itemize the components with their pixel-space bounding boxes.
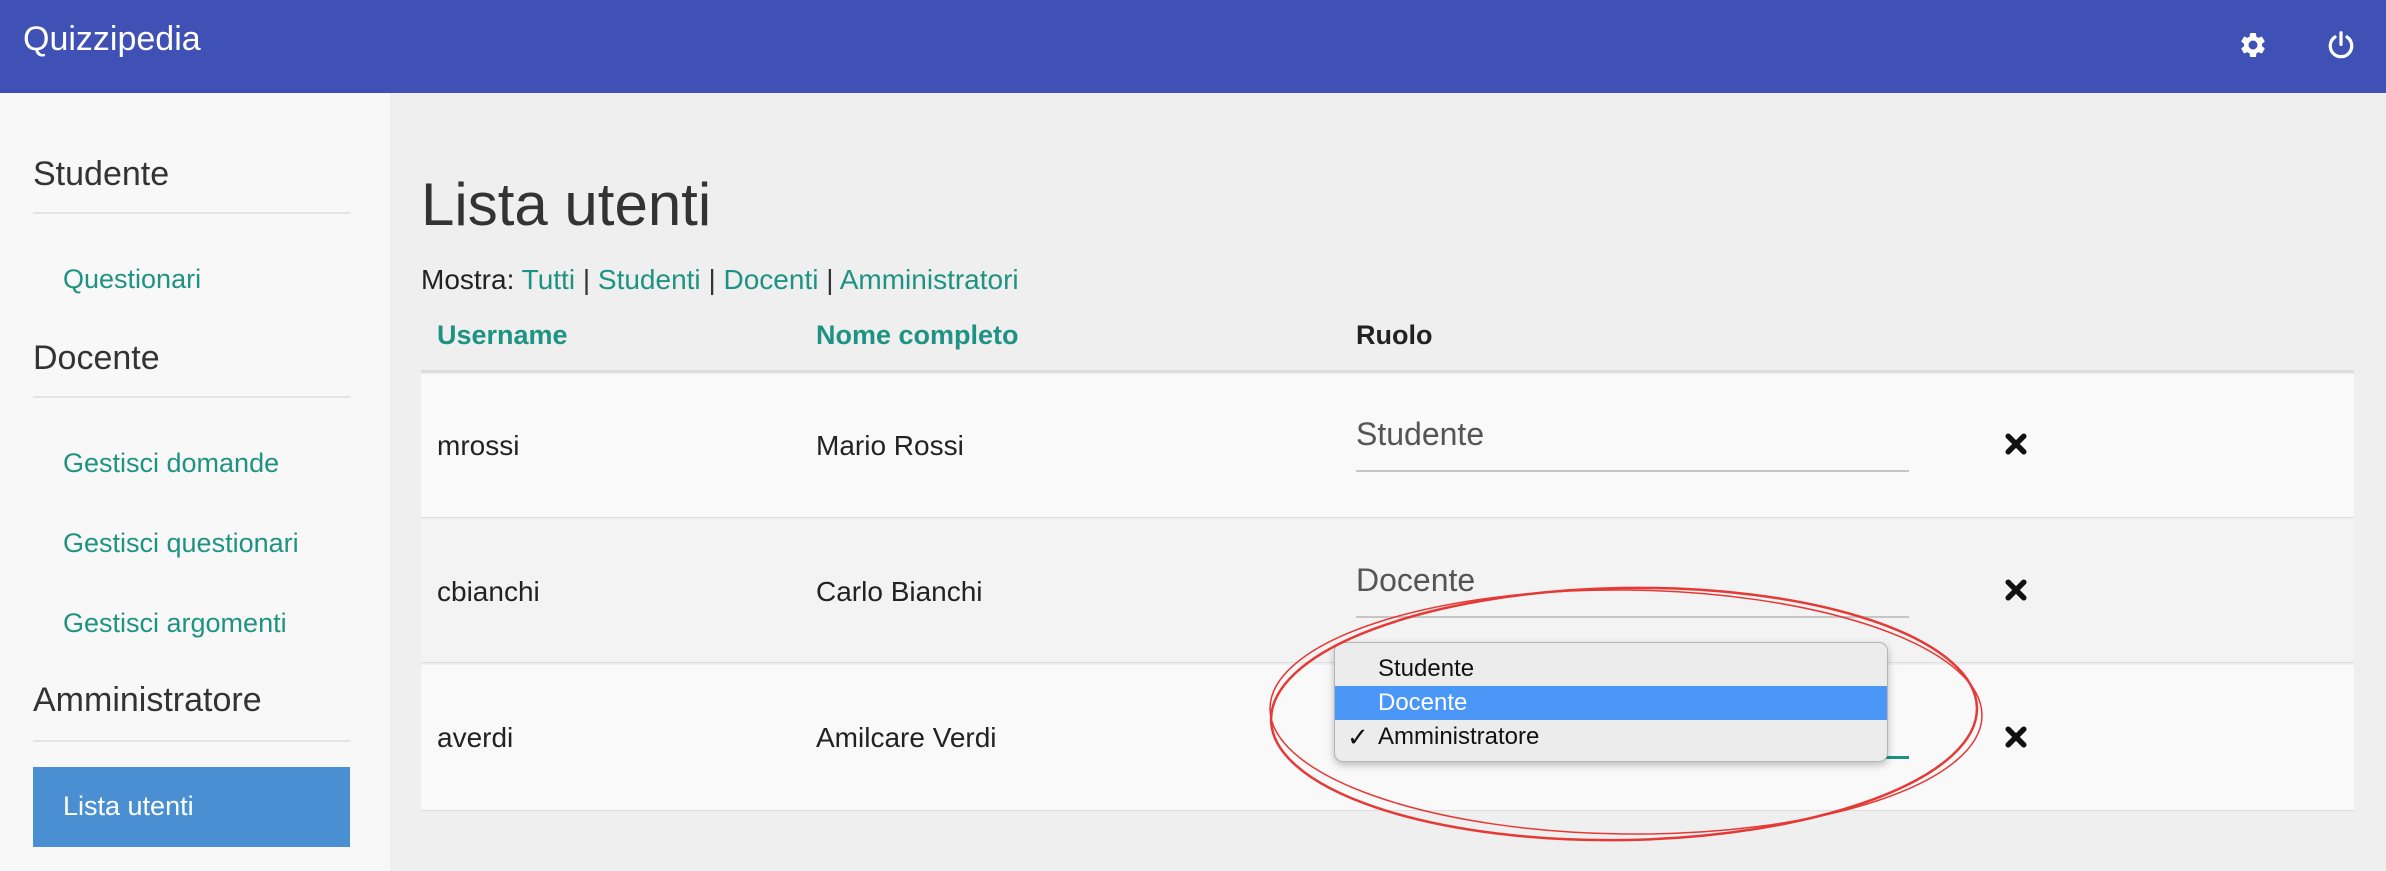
username-cell: mrossi <box>437 430 520 461</box>
full-name-cell: Amilcare Verdi <box>816 722 997 753</box>
table-row: mrossi Mario Rossi Studente <box>421 374 2354 518</box>
sidebar-section-amministratore: Amministratore <box>33 681 262 719</box>
full-name-cell: Carlo Bianchi <box>816 576 983 607</box>
close-icon <box>2005 433 2027 455</box>
column-header-username[interactable]: Username <box>437 320 568 351</box>
annotation-ellipse <box>1269 586 1983 842</box>
full-name-cell: Mario Rossi <box>816 430 964 461</box>
username-cell: cbianchi <box>437 576 540 607</box>
column-header-ruolo: Ruolo <box>1356 320 1433 350</box>
sidebar-item-gestisci-argomenti[interactable]: Gestisci argomenti <box>63 608 287 639</box>
sidebar-item-lista-utenti[interactable]: Lista utenti <box>33 767 350 847</box>
sidebar: Studente Questionari Docente Gestisci do… <box>0 93 390 871</box>
filter-tutti-link[interactable]: Tutti <box>522 264 575 295</box>
power-icon <box>2328 31 2354 59</box>
role-select-value: Studente <box>1356 416 1485 452</box>
filter-amministratori-link[interactable]: Amministratori <box>840 264 1019 295</box>
close-icon <box>2005 726 2027 748</box>
filter-bar: Mostra: Tutti | Studenti | Docenti | Amm… <box>421 264 1019 296</box>
settings-button[interactable] <box>2230 22 2276 68</box>
delete-user-button[interactable] <box>1998 426 2034 462</box>
filter-label: Mostra: <box>421 264 515 295</box>
filter-separator: | <box>708 264 716 295</box>
sidebar-section-docente: Docente <box>33 339 160 377</box>
table-header-divider <box>421 370 2354 373</box>
top-bar: Quizzipedia <box>0 0 2386 93</box>
delete-user-button[interactable] <box>1998 719 2034 755</box>
filter-studenti-link[interactable]: Studenti <box>598 264 701 295</box>
page-title: Lista utenti <box>421 171 712 238</box>
sidebar-divider <box>33 396 350 398</box>
close-icon <box>2005 579 2027 601</box>
gear-icon <box>2241 32 2265 57</box>
sidebar-item-gestisci-questionari[interactable]: Gestisci questionari <box>63 528 299 559</box>
sidebar-section-studente: Studente <box>33 155 170 193</box>
role-select[interactable]: Studente <box>1356 412 1909 472</box>
filter-separator: | <box>582 264 591 295</box>
username-cell: averdi <box>437 722 514 753</box>
filter-separator: | <box>826 264 834 295</box>
app-brand[interactable]: Quizzipedia <box>23 20 201 59</box>
logout-button[interactable] <box>2318 22 2364 68</box>
delete-user-button[interactable] <box>1998 572 2034 608</box>
filter-docenti-link[interactable]: Docenti <box>724 264 819 295</box>
sidebar-item-gestisci-domande[interactable]: Gestisci domande <box>63 448 279 479</box>
sidebar-divider <box>33 212 350 214</box>
sidebar-divider <box>33 740 350 742</box>
column-header-nome-completo[interactable]: Nome completo <box>816 320 1019 351</box>
sidebar-item-questionari[interactable]: Questionari <box>63 264 201 295</box>
